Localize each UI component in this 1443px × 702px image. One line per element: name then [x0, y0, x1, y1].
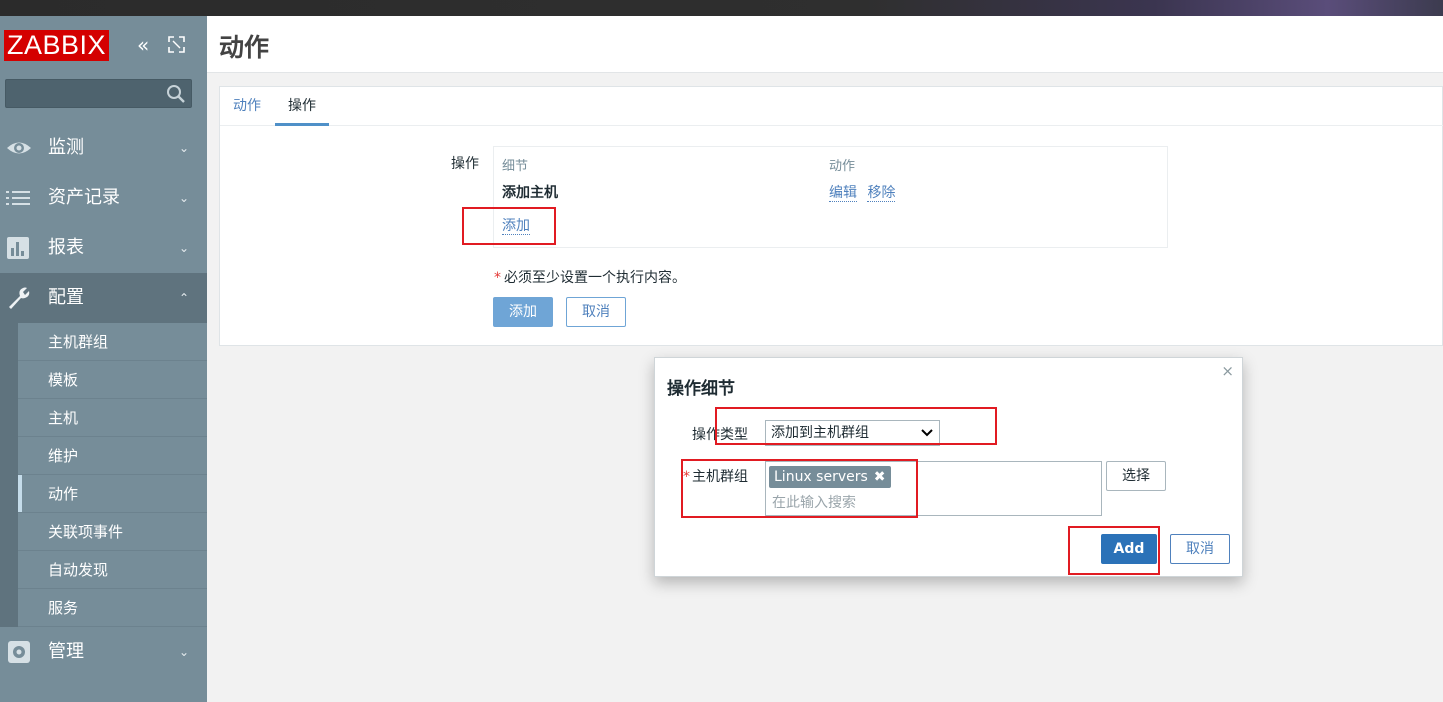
submenu-item-hosts[interactable]: 主机 [18, 399, 207, 437]
edit-link[interactable]: 编辑 [829, 185, 857, 202]
dialog-cancel-button[interactable]: 取消 [1170, 534, 1230, 564]
form-cancel-button[interactable]: 取消 [566, 297, 626, 327]
zabbix-logo[interactable]: ZABBIX [4, 30, 110, 61]
close-icon[interactable]: × [1221, 362, 1234, 380]
submenu-item-templates[interactable]: 模板 [18, 361, 207, 399]
column-header-details: 细节 [502, 159, 529, 174]
eye-icon [7, 142, 31, 154]
wrench-icon [9, 287, 30, 309]
annotation-box [681, 459, 918, 518]
sidebar: ZABBIX « 监测 ⌄ 资产记录 ⌄ 报表 ⌄ 配置 ⌃ 主机群组 模板 主… [0, 16, 207, 702]
chevron-down-icon: ⌄ [178, 141, 189, 155]
tab-operations[interactable]: 操作 [275, 87, 329, 126]
chevron-down-icon: ⌄ [178, 241, 189, 255]
tab-action[interactable]: 动作 [220, 87, 274, 126]
submenu-item-event-correlation[interactable]: 关联项事件 [18, 513, 207, 551]
annotation-box [1068, 526, 1160, 575]
remove-link[interactable]: 移除 [867, 185, 896, 202]
page-header: 动作 [207, 16, 1443, 73]
menu-item-administration[interactable]: 管理 ⌄ [0, 627, 207, 677]
operation-row-actions: 编辑 移除 [829, 182, 901, 202]
submenu-item-services[interactable]: 服务 [18, 589, 207, 627]
menu-item-label: 资产记录 [48, 187, 120, 208]
list-icon [6, 191, 30, 205]
menu-item-label: 监测 [48, 137, 84, 158]
sidebar-search-input[interactable] [5, 79, 192, 108]
menu-item-inventory[interactable]: 资产记录 ⌄ [0, 173, 207, 223]
menu-item-label: 管理 [48, 641, 84, 662]
column-header-action: 动作 [829, 159, 856, 174]
tab-bar: 动作 操作 [220, 87, 1443, 126]
required-note-text: 必须至少设置一个执行内容。 [504, 270, 686, 286]
search-icon[interactable] [166, 84, 186, 104]
configuration-submenu: 主机群组 模板 主机 维护 动作 关联项事件 自动发现 服务 [0, 323, 207, 627]
dialog-title: 操作细节 [667, 379, 735, 399]
menu-item-label: 报表 [48, 237, 84, 258]
menu-item-reports[interactable]: 报表 ⌄ [0, 223, 207, 273]
menu-item-monitoring[interactable]: 监测 ⌄ [0, 123, 207, 173]
kiosk-mode-icon[interactable] [168, 36, 185, 53]
required-asterisk: * [494, 270, 501, 286]
collapse-sidebar-icon[interactable]: « [137, 34, 149, 56]
page-title: 动作 [219, 33, 270, 62]
submit-add-button[interactable]: 添加 [493, 297, 553, 327]
bar-chart-icon [7, 237, 29, 259]
required-note: * 必须至少设置一个执行内容。 [494, 267, 686, 287]
main-menu: 监测 ⌄ 资产记录 ⌄ 报表 ⌄ 配置 ⌃ 主机群组 模板 主机 维护 动作 关… [0, 123, 207, 677]
annotation-box [715, 407, 997, 445]
menu-item-label: 配置 [48, 287, 84, 308]
chevron-down-icon: ⌄ [178, 191, 189, 205]
submenu-item-host-groups[interactable]: 主机群组 [18, 323, 207, 361]
select-host-group-button[interactable]: 选择 [1106, 461, 1166, 491]
menu-item-configuration[interactable]: 配置 ⌃ [0, 273, 207, 323]
logo-row: ZABBIX « [0, 16, 207, 74]
submenu-item-maintenance[interactable]: 维护 [18, 437, 207, 475]
submenu-item-discovery[interactable]: 自动发现 [18, 551, 207, 589]
chevron-up-icon: ⌃ [178, 291, 189, 305]
operation-detail: 添加主机 [502, 185, 558, 201]
submenu-item-actions[interactable]: 动作 [18, 475, 207, 513]
browser-tab-strip [0, 0, 1443, 16]
operations-table: 细节 动作 添加主机 编辑 移除 添加 [493, 146, 1168, 248]
chevron-down-icon: ⌄ [178, 645, 189, 659]
operations-label: 操作 [451, 156, 479, 172]
action-form-card: 动作 操作 操作 细节 动作 添加主机 编辑 移除 添加 * 必须至少设置一个执行… [219, 86, 1443, 346]
annotation-box [462, 207, 556, 245]
gear-icon [8, 641, 30, 663]
